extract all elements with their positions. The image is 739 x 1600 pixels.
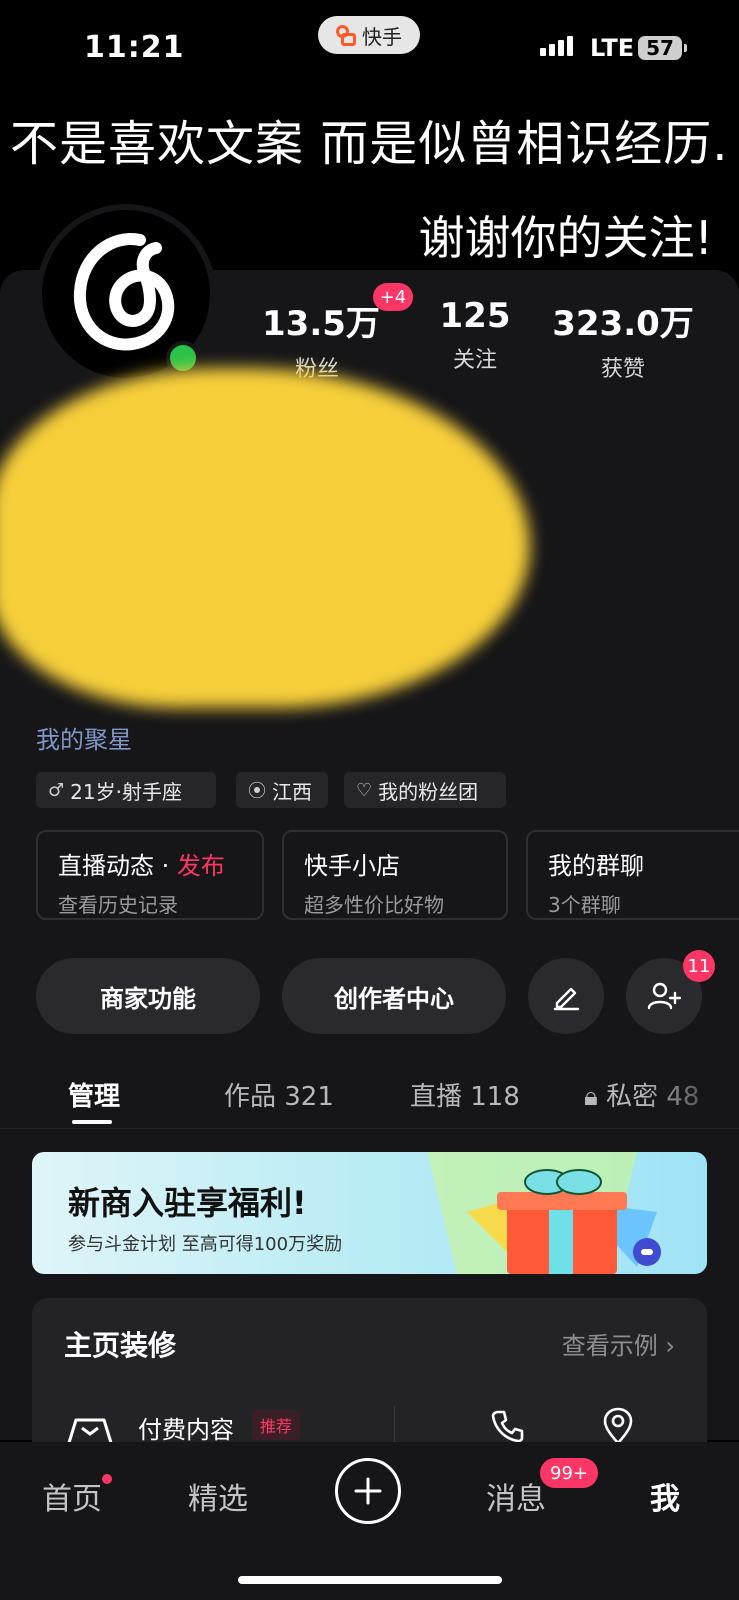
feature-shop[interactable]: 快手小店 超多性价比好物	[282, 830, 508, 920]
gender-icon: ♂	[48, 779, 65, 801]
decoration-title: 主页装修	[64, 1329, 177, 1362]
tab-manage[interactable]: 管理	[68, 1076, 120, 1113]
fans-increase-badge: +4	[373, 283, 413, 311]
battery-icon: 57	[638, 36, 687, 60]
decor-divider	[394, 1406, 395, 1446]
pencil-icon	[553, 987, 580, 1011]
tabs-fade	[640, 1070, 739, 1120]
feature-live-title: 直播动态 ·	[58, 852, 177, 880]
feature-shop-title: 快手小店	[304, 852, 400, 880]
following-count: 125	[439, 296, 511, 336]
location-pin-icon: ⦿	[248, 781, 266, 802]
nav-featured[interactable]: 精选	[188, 1474, 248, 1518]
tab-live[interactable]: 直播 118	[410, 1076, 520, 1113]
recommend-badge: 推荐	[252, 1410, 301, 1440]
home-indicator[interactable]	[238, 1576, 502, 1584]
lock-icon: 🔒︎	[584, 1082, 598, 1112]
likes-count: 323.0万	[552, 304, 694, 344]
likes-label: 获赞	[600, 357, 645, 382]
tag-fan-group-label: 我的粉丝团	[378, 779, 479, 804]
feature-group-subtitle: 3个群聊	[548, 893, 621, 917]
battery-level: 57	[646, 36, 674, 60]
following-label: 关注	[452, 348, 497, 373]
tabs-divider	[0, 1128, 739, 1129]
gift-box-icon	[427, 1152, 661, 1274]
signal-icon	[540, 36, 573, 56]
paid-content-label[interactable]: 付费内容	[138, 1410, 234, 1445]
view-example-link[interactable]: 查看示例 ›	[562, 1326, 675, 1361]
tag-age-label: 21岁·射手座	[70, 779, 182, 804]
fans-count: 13.5万	[262, 304, 380, 344]
tab-works[interactable]: 作品 321	[224, 1076, 334, 1113]
feature-live-subtitle: 查看历史记录	[58, 893, 178, 917]
add-friend-badge: 11	[683, 950, 715, 982]
app-indicator-pill[interactable]: 快手	[318, 16, 420, 54]
heart-icon: ♡	[356, 779, 373, 801]
stat-following[interactable]: 125 关注	[430, 296, 520, 374]
home-notification-dot	[102, 1474, 112, 1484]
messages-badge: 99+	[540, 1458, 598, 1488]
merchant-promo-banner[interactable]: 新商入驻享福利! 参与斗金计划 至高可得100万奖励	[32, 1152, 707, 1274]
tag-location-label: 江西	[272, 779, 312, 804]
creator-center-button[interactable]: 创作者中心	[282, 958, 506, 1034]
nav-home[interactable]: 首页	[42, 1474, 102, 1518]
feature-live-updates[interactable]: 直播动态 · 发布 查看历史记录	[36, 830, 264, 920]
stat-likes[interactable]: 323.0万 获赞	[548, 296, 698, 383]
tag-location[interactable]: ⦿ 江西	[236, 772, 328, 808]
tag-fan-group[interactable]: ♡ 我的粉丝团	[344, 772, 506, 808]
feature-shop-subtitle: 超多性价比好物	[304, 893, 444, 917]
phone-icon[interactable]	[490, 1408, 526, 1444]
status-time: 11:21	[84, 30, 185, 65]
promo-title: 新商入驻享福利!	[68, 1184, 307, 1222]
nav-me[interactable]: 我	[650, 1474, 680, 1518]
kuaishou-logo-icon	[336, 25, 356, 46]
promo-subtitle: 参与斗金计划 至高可得100万奖励	[68, 1234, 343, 1255]
feature-group-chats[interactable]: 我的群聊 3个群聊	[526, 830, 739, 920]
app-indicator-label: 快手	[362, 24, 402, 49]
edit-profile-button[interactable]	[528, 958, 604, 1034]
nav-messages[interactable]: 消息	[486, 1474, 546, 1518]
cover-text-line2: 谢谢你的关注!	[418, 211, 713, 265]
network-type: LTE	[590, 34, 635, 62]
feature-group-title: 我的群聊	[548, 852, 644, 880]
active-tab-indicator	[72, 1120, 112, 1124]
feature-live-publish: 发布	[176, 852, 225, 880]
plus-icon	[354, 1477, 382, 1505]
location-icon[interactable]	[600, 1406, 636, 1446]
add-user-icon	[647, 982, 681, 1010]
merchant-functions-button[interactable]: 商家功能	[36, 958, 260, 1034]
juxing-link[interactable]: 我的聚星	[36, 720, 132, 755]
create-post-button[interactable]	[335, 1458, 401, 1524]
tag-age-zodiac[interactable]: ♂ 21岁·射手座	[36, 772, 216, 808]
cover-text-line1: 不是喜欢文案 而是似曾相识经历.	[10, 116, 729, 172]
